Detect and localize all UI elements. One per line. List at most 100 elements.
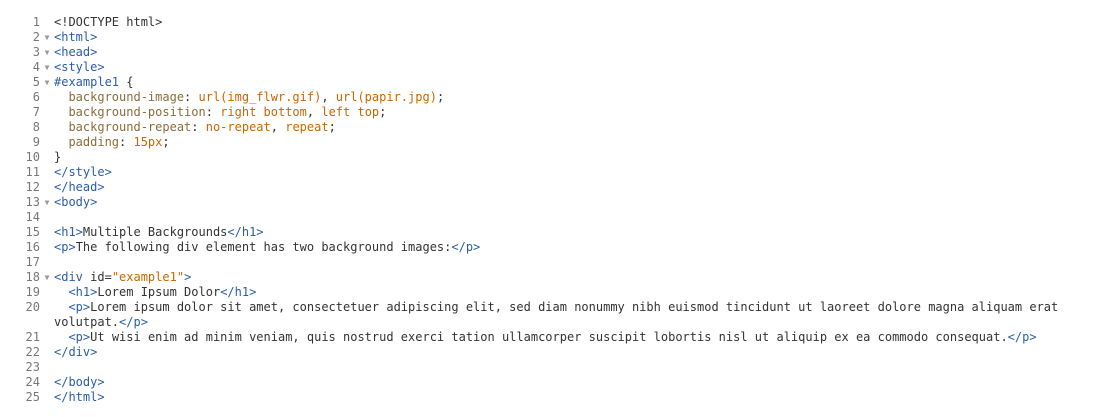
code-token: background-repeat: [54, 120, 192, 134]
line-number: 19: [25, 285, 40, 299]
fold-arrow-icon[interactable]: ▼: [40, 60, 54, 75]
fold-arrow-icon[interactable]: ▼: [40, 195, 54, 210]
line-number: 2: [32, 30, 40, 44]
code-text[interactable]: <h1>Lorem Ipsum Dolor</h1>: [54, 285, 1112, 300]
line-number: 14: [25, 210, 40, 224]
code-token: :: [191, 120, 206, 134]
line-number: 17: [25, 255, 40, 269]
line-number: 20: [25, 300, 40, 314]
code-text[interactable]: background-image: url(img_flwr.gif), url…: [54, 90, 1112, 105]
fold-arrow-icon[interactable]: ▼: [40, 270, 54, 285]
code-token: </p>: [1007, 330, 1037, 344]
code-line[interactable]: 16 <p>The following div element has two b…: [0, 240, 1112, 255]
code-line[interactable]: 15 <h1>Multiple Backgrounds</h1>: [0, 225, 1112, 240]
code-line[interactable]: 12 </head>: [0, 180, 1112, 195]
code-text[interactable]: <style>: [54, 60, 1112, 75]
code-line[interactable]: 20 <p>Lorem ipsum dolor sit amet, consec…: [0, 300, 1112, 330]
code-editor[interactable]: 1 <!DOCTYPE html> 2 ▼ <html> 3 ▼ <head> 4 ▼ <style…: [0, 0, 1112, 417]
code-text[interactable]: </html>: [54, 390, 1112, 405]
code-token: no-repeat: [205, 120, 271, 134]
code-text[interactable]: </body>: [54, 375, 1112, 390]
code-text[interactable]: #example1 {: [54, 75, 1112, 90]
code-token: }: [54, 150, 62, 164]
code-text[interactable]: <p>Lorem ipsum dolor sit amet, consectet…: [54, 300, 1112, 330]
code-text[interactable]: </style>: [54, 165, 1112, 180]
code-token: ,: [321, 90, 336, 104]
code-text[interactable]: ​: [54, 210, 1112, 225]
line-number: 4: [32, 60, 40, 74]
code-line[interactable]: 22 </div>: [0, 345, 1112, 360]
code-text[interactable]: <p>The following div element has two bac…: [54, 240, 1112, 255]
code-text[interactable]: padding: 15px;: [54, 135, 1112, 150]
code-token: ;: [162, 135, 170, 149]
code-token: </p>: [119, 315, 148, 329]
code-text[interactable]: background-repeat: no-repeat, repeat;: [54, 120, 1112, 135]
code-line[interactable]: 6 background-image: url(img_flwr.gif), u…: [0, 90, 1112, 105]
line-number: 9: [32, 135, 40, 149]
code-token: :: [184, 90, 199, 104]
line-number: 16: [25, 240, 40, 254]
code-line[interactable]: 7 background-position: right bottom, lef…: [0, 105, 1112, 120]
code-token: <body>: [54, 195, 98, 209]
code-token: background-position: [54, 105, 206, 119]
code-token: id=: [90, 270, 112, 284]
code-text[interactable]: <!DOCTYPE html>: [54, 15, 1112, 30]
code-token: 15px: [133, 135, 163, 149]
line-number: 6: [32, 90, 40, 104]
code-line[interactable]: 5 ▼ #example1 {: [0, 75, 1112, 90]
line-number: 18: [25, 270, 40, 284]
code-token: ;: [436, 90, 445, 104]
code-line[interactable]: 25 </html>: [0, 390, 1112, 405]
fold-arrow-icon[interactable]: ▼: [40, 75, 54, 90]
code-line[interactable]: 24 </body>: [0, 375, 1112, 390]
code-line[interactable]: 21 <p>Ut wisi enim ad minim veniam, quis…: [0, 330, 1112, 345]
code-token: ,: [306, 105, 322, 119]
code-text[interactable]: background-position: right bottom, left …: [54, 105, 1112, 120]
line-number: 24: [25, 375, 40, 389]
code-line[interactable]: 17 ​: [0, 255, 1112, 270]
code-line[interactable]: 2 ▼ <html>: [0, 30, 1112, 45]
code-line[interactable]: 14 ​: [0, 210, 1112, 225]
code-token: url(papir.jpg): [335, 90, 437, 104]
code-line[interactable]: 3 ▼ <head>: [0, 45, 1112, 60]
code-text[interactable]: <html>: [54, 30, 1112, 45]
code-text[interactable]: ​: [54, 360, 1112, 375]
code-line[interactable]: 19 <h1>Lorem Ipsum Dolor</h1>: [0, 285, 1112, 300]
code-line[interactable]: 1 <!DOCTYPE html>: [0, 15, 1112, 30]
code-text[interactable]: <body>: [54, 195, 1112, 210]
code-token: <p>: [54, 240, 76, 254]
code-line[interactable]: 9 padding: 15px;: [0, 135, 1112, 150]
code-token: </html>: [54, 390, 105, 404]
code-line[interactable]: 23 ​: [0, 360, 1112, 375]
code-text[interactable]: <div id="example1">: [54, 270, 1112, 285]
code-line[interactable]: 18 ▼ <div id="example1">: [0, 270, 1112, 285]
code-token: right bottom: [220, 105, 307, 119]
code-line[interactable]: 4 ▼ <style>: [0, 60, 1112, 75]
code-token: <div: [54, 270, 91, 284]
fold-arrow-icon[interactable]: ▼: [40, 45, 54, 60]
code-token: Lorem Ipsum Dolor: [97, 285, 221, 299]
code-text[interactable]: ​: [54, 255, 1112, 270]
code-line[interactable]: 13 ▼ <body>: [0, 195, 1112, 210]
code-text[interactable]: <p>Ut wisi enim ad minim veniam, quis no…: [54, 330, 1112, 345]
code-text[interactable]: </div>: [54, 345, 1112, 360]
line-number: 23: [25, 360, 40, 374]
line-number: 7: [32, 105, 40, 119]
code-token: #example1: [54, 75, 120, 89]
code-line[interactable]: 10}: [0, 150, 1112, 165]
line-number: 21: [25, 330, 40, 344]
code-text[interactable]: <head>: [54, 45, 1112, 60]
code-token: background-image: [54, 90, 185, 104]
code-line[interactable]: 11 </style>: [0, 165, 1112, 180]
code-token: <h1>: [54, 225, 83, 239]
line-number: 15: [25, 225, 40, 239]
code-token: <style>: [54, 60, 105, 74]
code-token: "example1": [111, 270, 185, 284]
code-text[interactable]: }: [54, 150, 1112, 165]
fold-arrow-icon[interactable]: ▼: [40, 30, 54, 45]
code-token: ;: [328, 120, 336, 134]
code-text[interactable]: <h1>Multiple Backgrounds</h1>: [54, 225, 1112, 240]
code-line[interactable]: 8 background-repeat: no-repeat, repeat;: [0, 120, 1112, 135]
code-text[interactable]: </head>: [54, 180, 1112, 195]
